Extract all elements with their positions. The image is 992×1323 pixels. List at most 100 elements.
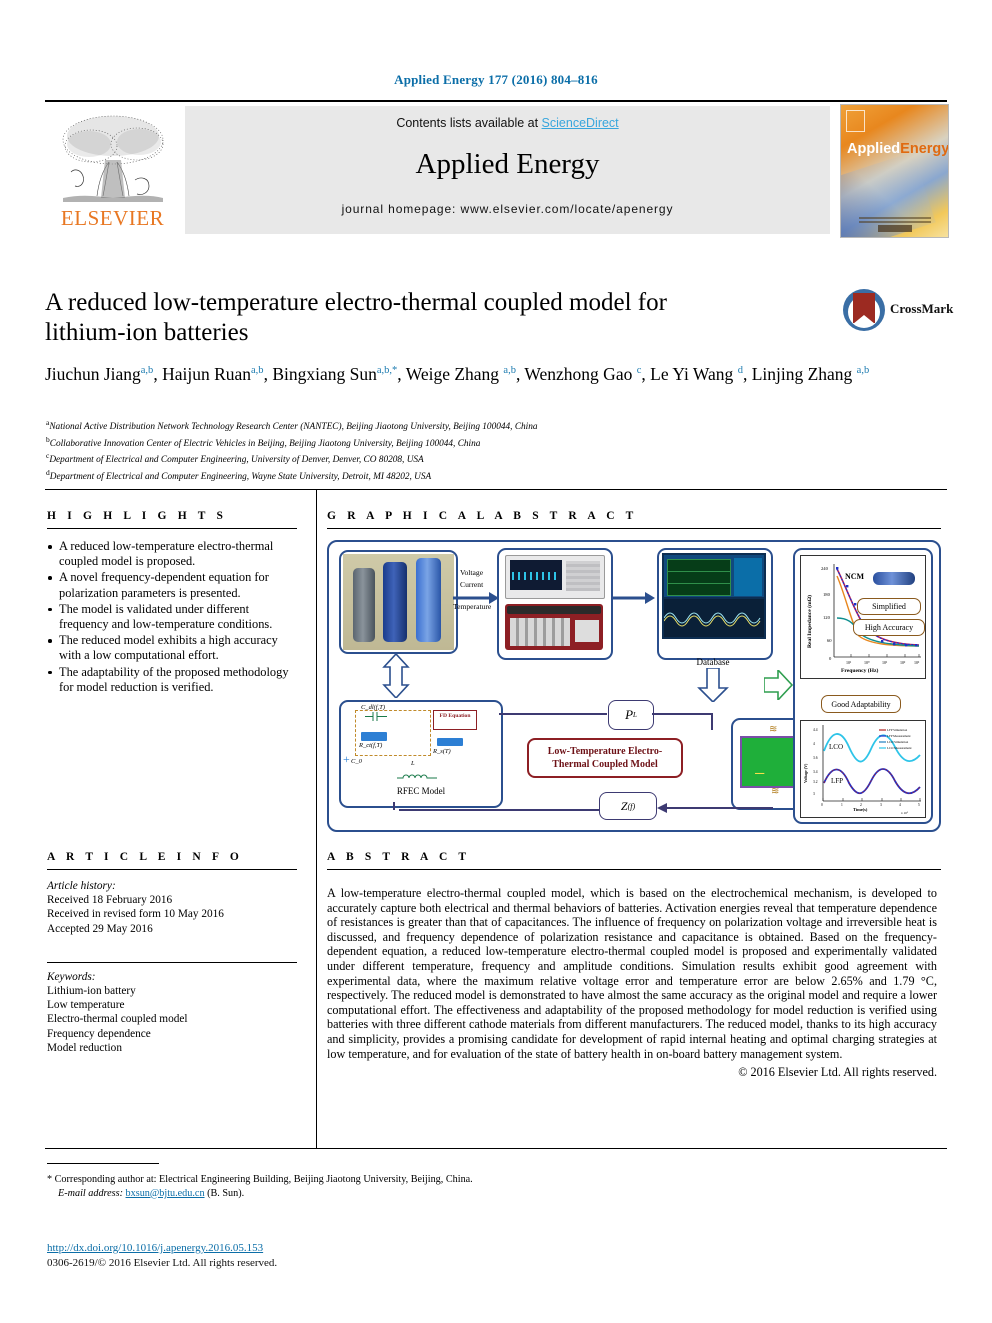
- keywords-rule: [47, 961, 297, 963]
- svg-text:10¹: 10¹: [882, 660, 888, 665]
- journal-cover-thumbnail: AppliedEnergy: [840, 104, 949, 238]
- fd-equation-box: FD Equation: [433, 710, 477, 730]
- lfp-curve-label: LFP: [831, 777, 843, 785]
- scope-waveform: [512, 572, 560, 580]
- abstract-copyright: © 2016 Elsevier Ltd. All rights reserved…: [738, 1065, 937, 1080]
- history-accepted: Accepted 29 May 2016: [47, 922, 153, 935]
- journal-masthead: ELSEVIER Contents lists available at Sci…: [45, 100, 949, 238]
- line-rfec-to-power: [499, 713, 607, 715]
- battery-cell-darkblue: [383, 562, 407, 642]
- power-loss-node: PL: [608, 700, 654, 730]
- lco-curve-label: LCO: [829, 743, 843, 751]
- svg-text:LFP Simulation: LFP Simulation: [887, 728, 908, 732]
- list-item: The adaptability of the proposed methodo…: [47, 665, 297, 695]
- svg-text:4: 4: [899, 803, 901, 807]
- arrow-database-to-battery: [697, 668, 729, 702]
- contents-available-line: Contents lists available at ScienceDirec…: [185, 116, 830, 130]
- svg-text:240: 240: [821, 566, 829, 571]
- svg-text:1: 1: [841, 803, 843, 807]
- impedance-subscript: (f): [627, 801, 636, 811]
- corresponding-author-text: Corresponding author at: Electrical Engi…: [54, 1174, 473, 1185]
- graphical-abstract-heading: G R A P H I C A L A B S T R A C T: [327, 510, 638, 522]
- body-bottom-rule: [45, 1148, 947, 1149]
- article-info-section: A R T I C L E I N F O Article history: R…: [47, 851, 297, 1055]
- journal-homepage[interactable]: journal homepage: www.elsevier.com/locat…: [185, 202, 830, 216]
- svg-text:120: 120: [823, 615, 831, 620]
- rack-top: [507, 606, 601, 614]
- battery-cells-photo: [339, 550, 458, 654]
- abstract-heading: A B S T R A C T: [327, 851, 471, 863]
- polarity-plus-icon: +: [343, 752, 350, 766]
- article-history: Article history: Received 18 February 20…: [47, 879, 297, 936]
- voltage-y-label: Voltage (V): [803, 763, 808, 783]
- graphical-abstract-rule: [327, 528, 941, 529]
- graphical-abstract-section: G R A P H I C A L A B S T R A C T: [327, 510, 941, 529]
- power-symbol: P: [625, 707, 634, 722]
- impedance-x-label: Frequency (Hz): [841, 668, 879, 674]
- article-info-heading: A R T I C L E I N F O: [47, 851, 243, 863]
- resistor-rs-icon: [437, 738, 463, 746]
- affiliation-item: cDepartment of Electrical and Computer E…: [46, 451, 424, 466]
- highlights-heading: H I G H L I G H T S: [47, 510, 228, 522]
- svg-text:180: 180: [823, 592, 831, 597]
- issn-copyright: 0306-2619/© 2016 Elsevier Ltd. All right…: [47, 1257, 278, 1269]
- impedance-symbol: Z: [620, 798, 628, 813]
- svg-text:4.4: 4.4: [813, 728, 818, 732]
- highlights-rule: [47, 528, 297, 529]
- coupled-model-box: Low-Temperature Electro-Thermal Coupled …: [527, 738, 683, 778]
- svg-text:0: 0: [821, 803, 823, 807]
- impedance-node: Z (f): [599, 792, 657, 820]
- arrow-cells-to-rfec: [382, 654, 410, 698]
- impedance-chart-title: NCM: [845, 572, 865, 581]
- ncm-cell-photo: [873, 572, 915, 585]
- resistor-rct-icon: [361, 732, 387, 741]
- battery-cell-lightblue: [416, 558, 441, 642]
- database-screens: [657, 548, 773, 660]
- crossmark-badge[interactable]: CrossMark: [843, 287, 953, 337]
- voltage-x-label: Time(s): [853, 807, 868, 812]
- database-label: Database: [696, 657, 730, 667]
- crossmark-circle-icon: [843, 289, 885, 331]
- heating-coil-bottom-icon: ≋: [771, 786, 780, 797]
- elsevier-tree-icon: [51, 110, 173, 206]
- cover-elsevier-mark: [846, 110, 865, 132]
- measurement-instruments: [497, 548, 613, 660]
- abstract-rule: [327, 869, 941, 870]
- keyword-item: Electro-thermal coupled model: [47, 1013, 188, 1026]
- label-inductor: L: [411, 760, 415, 767]
- article-info-rule: [47, 869, 297, 870]
- battery-cell-grey: [353, 568, 375, 642]
- email-link[interactable]: bxsun@bjtu.edu.cn: [126, 1188, 205, 1199]
- rfec-model-label: RFEC Model: [396, 786, 446, 796]
- rfec-model-diagram: C_dl(f,T) R_ct(f,T) FD Equation R_s(T) +…: [339, 700, 503, 808]
- database-monitor-bottom: [664, 599, 764, 637]
- crossmark-label: CrossMark: [890, 301, 954, 316]
- keyword-item: Lithium-ion battery: [47, 985, 136, 998]
- svg-text:10²: 10²: [900, 660, 906, 665]
- callout-good-adaptability: Good Adaptability: [821, 695, 901, 713]
- impedance-chart: 240 180 120 60 0 10¹ 10⁰ 10¹ 10² 10³ Rea…: [800, 555, 926, 679]
- cells-image: [343, 554, 454, 650]
- label-voltage: Voltage: [460, 568, 484, 577]
- svg-text:3.6: 3.6: [813, 756, 818, 760]
- keyword-item: Model reduction: [47, 1041, 122, 1054]
- elsevier-wordmark: ELSEVIER: [60, 206, 165, 230]
- email-label: E-mail address:: [58, 1187, 123, 1199]
- sciencedirect-link[interactable]: ScienceDirect: [542, 116, 619, 130]
- graphical-abstract-figure: Voltage Current Temperature Database C_d…: [327, 540, 941, 832]
- journal-title: Applied Energy: [415, 148, 600, 180]
- email-suffix: (B. Sun).: [207, 1187, 245, 1199]
- capacitor-icon: [365, 712, 387, 721]
- list-item: A novel frequency-dependent equation for…: [47, 570, 297, 600]
- svg-text:x 10³: x 10³: [901, 811, 908, 815]
- list-item: The reduced model exhibits a high accura…: [47, 633, 297, 663]
- callout-simplified: Simplified: [857, 598, 921, 615]
- elsevier-logo: ELSEVIER: [45, 106, 180, 236]
- svg-text:5: 5: [918, 803, 920, 807]
- label-c0: C_0: [351, 758, 362, 765]
- highlights-section: H I G H L I G H T S A reduced low-temper…: [47, 510, 297, 696]
- svg-text:LFP Measurement: LFP Measurement: [887, 734, 911, 738]
- doi-link[interactable]: http://dx.doi.org/10.1016/j.apenergy.201…: [47, 1242, 263, 1254]
- database-side-panel: [734, 558, 762, 596]
- article-history-label: Article history:: [47, 880, 116, 892]
